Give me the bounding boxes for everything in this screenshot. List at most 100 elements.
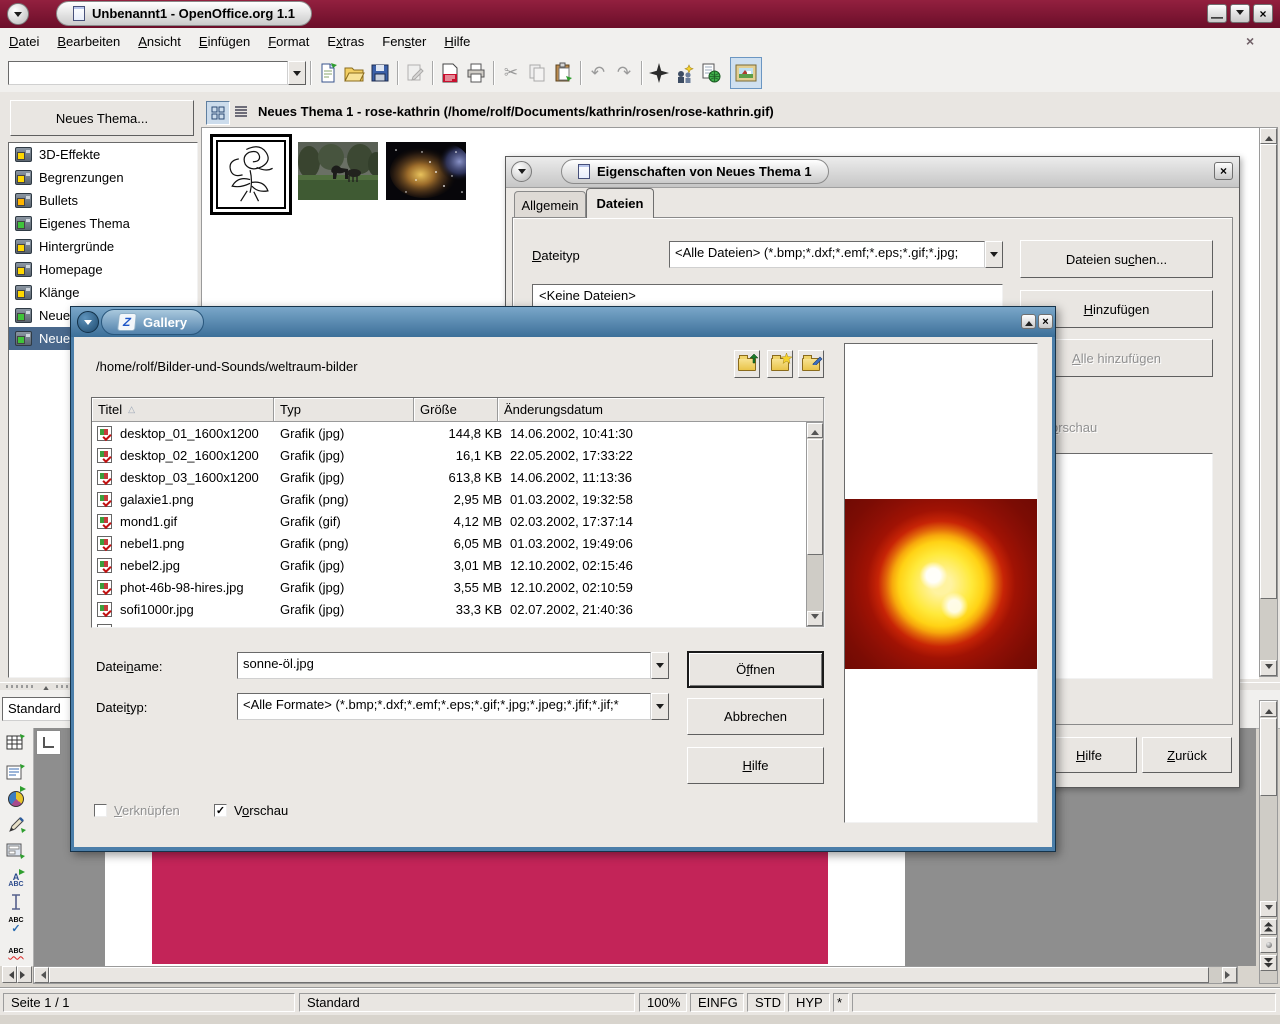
status-selection-mode[interactable]: STD <box>747 993 785 1012</box>
copy-icon[interactable] <box>524 60 550 86</box>
insert-frame-icon[interactable] <box>3 760 29 786</box>
print-icon[interactable] <box>463 60 489 86</box>
dropdown-icon[interactable] <box>651 652 669 679</box>
gallery-icon[interactable] <box>730 57 762 89</box>
menu-datei[interactable]: Datei <box>0 29 48 54</box>
theme-item[interactable]: Begrenzungen <box>9 166 197 189</box>
url-dropdown-button[interactable] <box>288 61 306 85</box>
link-checkbox-row[interactable]: Verknüpfen <box>94 803 180 818</box>
status-insert-mode[interactable]: EINFG <box>690 993 744 1012</box>
spellcheck-icon[interactable]: ABC✓ <box>3 912 29 938</box>
theme-item[interactable]: Bullets <box>9 189 197 212</box>
table-row[interactable]: phot-46b-98-hires.jpgGrafik (jpg)3,55 MB… <box>92 576 806 598</box>
column-header-datum[interactable]: Änderungsdatum <box>498 398 824 422</box>
draw-functions-icon[interactable] <box>3 812 29 838</box>
previous-page-icon[interactable] <box>1260 919 1277 935</box>
close-document-icon[interactable]: × <box>1246 33 1254 49</box>
menu-extras[interactable]: Extras <box>318 29 373 54</box>
table-row[interactable]: nebel2.jpgGrafik (jpg)3,01 MB12.10.2002,… <box>92 554 806 576</box>
navigation-icon[interactable] <box>1260 937 1277 953</box>
ruler-corner[interactable] <box>36 730 61 755</box>
menu-einfuegen[interactable]: Einfügen <box>190 29 259 54</box>
checkbox-checked-icon[interactable]: ✓ <box>214 804 227 817</box>
scroll-up-icon[interactable] <box>1260 701 1277 717</box>
dialog-menu-button[interactable] <box>511 161 532 182</box>
scrollbar-thumb[interactable] <box>1260 718 1277 796</box>
open-button[interactable]: Öffnen <box>687 651 824 688</box>
preview-checkbox-row[interactable]: ✓ Vorschau <box>214 803 288 818</box>
table-row[interactable]: desktop_03_1600x1200Grafik (jpg)613,8 KB… <box>92 466 806 488</box>
url-input[interactable] <box>8 61 288 85</box>
dialog-menu-button[interactable] <box>77 311 99 333</box>
thumbnail-rose-selected[interactable] <box>210 134 292 215</box>
export-pdf-icon[interactable] <box>437 60 463 86</box>
back-button[interactable]: Zurück <box>1142 737 1232 773</box>
new-folder-button[interactable] <box>767 350 793 378</box>
properties-dialog-titlebar[interactable]: Eigenschaften von Neues Thema 1 × <box>506 157 1239 188</box>
grid-view-icon[interactable] <box>206 101 230 125</box>
window-titlebar[interactable]: Unbenannt1 - OpenOffice.org 1.1 — × <box>0 0 1280 28</box>
paste-icon[interactable] <box>550 60 576 86</box>
file-table-scrollbar[interactable] <box>806 422 824 627</box>
close-dialog-button[interactable]: × <box>1038 314 1053 329</box>
navigator-icon[interactable] <box>646 60 672 86</box>
column-header-titel[interactable]: Titel△ <box>92 398 274 422</box>
document-vertical-scrollbar[interactable] <box>1259 700 1278 984</box>
minimize-button[interactable]: — <box>1207 4 1227 23</box>
file-name-value[interactable]: sonne-öl.jpg <box>237 652 651 679</box>
toolbar-scroll-left-icon[interactable] <box>2 966 17 983</box>
form-functions-icon[interactable] <box>3 838 29 864</box>
table-row[interactable]: galaxie1.pngGrafik (png)2,95 MB01.03.200… <box>92 488 806 510</box>
scrollbar-thumb[interactable] <box>807 439 823 555</box>
window-menu-button[interactable] <box>7 3 29 25</box>
scrollbar-thumb[interactable] <box>1260 144 1277 599</box>
new-document-icon[interactable] <box>315 60 341 86</box>
default-directory-button[interactable] <box>798 350 824 378</box>
menu-fenster[interactable]: Fenster <box>373 29 435 54</box>
thumbnail-horses[interactable] <box>298 142 378 203</box>
menu-hilfe[interactable]: Hilfe <box>435 29 479 54</box>
cancel-button[interactable]: Abbrechen <box>687 698 824 735</box>
checkbox-icon[interactable] <box>94 804 107 817</box>
status-zoom[interactable]: 100% <box>639 993 687 1012</box>
hyperlink-icon[interactable] <box>698 60 724 86</box>
status-hyperlink-mode[interactable]: HYP <box>788 993 830 1012</box>
close-dialog-button[interactable]: × <box>1214 162 1233 180</box>
scroll-left-icon[interactable] <box>34 967 49 983</box>
list-view-icon[interactable] <box>230 101 252 123</box>
stylist-icon[interactable] <box>672 60 698 86</box>
insert-table-icon[interactable] <box>3 730 29 756</box>
rollup-icon[interactable] <box>1021 314 1036 329</box>
close-button[interactable]: × <box>1253 4 1273 23</box>
tab-allgemein[interactable]: Allgemein <box>514 191 586 218</box>
save-icon[interactable] <box>367 60 393 86</box>
theme-item[interactable]: Homepage <box>9 258 197 281</box>
dropdown-icon[interactable] <box>651 693 669 720</box>
scroll-down-icon[interactable] <box>1260 901 1277 917</box>
horizontal-scrollbar[interactable] <box>33 966 1238 984</box>
thumbnail-nebula[interactable] <box>386 142 466 203</box>
open-icon[interactable] <box>341 60 367 86</box>
help-button[interactable]: Hilfe <box>687 747 824 784</box>
thumbnail-scrollbar[interactable] <box>1259 127 1278 677</box>
new-theme-button[interactable]: Neues Thema... <box>10 100 194 136</box>
table-row[interactable]: sofi1000r.jpgGrafik (jpg)33,3 KB02.07.20… <box>92 598 806 620</box>
scroll-down-icon[interactable] <box>807 611 823 626</box>
toolbar-scroll-right-icon[interactable] <box>17 966 32 983</box>
status-page[interactable]: Seite 1 / 1 <box>3 993 295 1012</box>
menu-format[interactable]: Format <box>259 29 318 54</box>
menu-bearbeiten[interactable]: Bearbeiten <box>48 29 129 54</box>
table-row-partial[interactable] <box>92 620 806 627</box>
file-type-value[interactable]: <Alle Dateien> (*.bmp;*.dxf;*.emf;*.eps;… <box>669 241 985 268</box>
status-modified-flag[interactable]: * <box>833 993 849 1012</box>
next-page-icon[interactable] <box>1260 955 1277 971</box>
autospellcheck-icon[interactable]: ABC <box>3 938 29 964</box>
scroll-up-icon[interactable] <box>807 423 823 438</box>
edit-file-icon[interactable] <box>402 60 428 86</box>
up-one-level-button[interactable] <box>734 350 760 378</box>
redo-icon[interactable]: ↷ <box>611 60 637 86</box>
search-files-button[interactable]: Dateien suchen... <box>1020 240 1213 278</box>
cut-icon[interactable]: ✂ <box>498 60 524 86</box>
column-header-groesse[interactable]: Größe <box>414 398 498 422</box>
theme-item[interactable]: Klänge <box>9 281 197 304</box>
